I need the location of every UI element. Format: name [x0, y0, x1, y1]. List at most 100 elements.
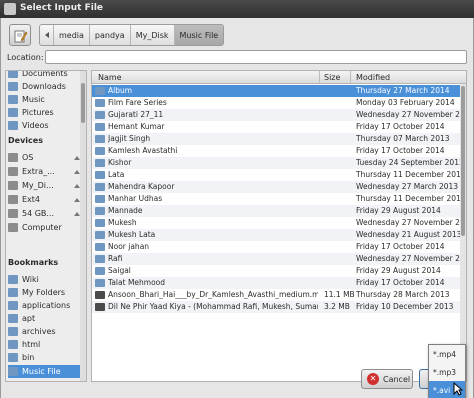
file-modified: Wednesday 27 March 2013 — [356, 182, 459, 191]
folder-icon — [95, 231, 105, 239]
sidebar-scroll-thumb[interactable] — [81, 83, 85, 123]
folder-icon — [95, 183, 105, 191]
file-name: Hemant Kumar — [108, 122, 165, 131]
sidebar-item-music[interactable]: Music — [8, 93, 82, 106]
file-list-scroll-thumb[interactable] — [461, 86, 465, 236]
file-modified: Friday 17 October 2014 — [356, 122, 445, 131]
path-crumb-media[interactable]: media — [54, 25, 90, 45]
sidebar-item-music-file[interactable]: Music File — [8, 365, 82, 378]
sidebar-item-54gb[interactable]: 54 GB... — [8, 207, 82, 220]
path-crumb-music-file[interactable]: Music File — [174, 25, 224, 45]
file-name: Rafi — [108, 254, 123, 263]
file-name: Mahendra Kapoor — [108, 182, 175, 191]
path-bar: media pandya My_Disk Music File — [39, 24, 225, 46]
file-row[interactable]: Film Fare Series Monday 03 February 2014 — [92, 97, 460, 109]
app-icon — [4, 3, 16, 15]
sidebar-item-label: OS — [22, 153, 34, 162]
cancel-label: Cancel — [383, 374, 411, 384]
file-name: Film Fare Series — [108, 98, 167, 107]
sidebar-item-label: Documents — [22, 70, 68, 78]
path-crumb-pandya[interactable]: pandya — [90, 25, 131, 45]
file-row[interactable]: Album Thursday 27 March 2014 — [92, 85, 460, 97]
sidebar-item-applications[interactable]: applications — [8, 299, 82, 312]
sidebar-item-my-folders[interactable]: My Folders — [8, 286, 82, 299]
sidebar-item-ext4[interactable]: Ext4 — [8, 193, 82, 206]
column-divider[interactable] — [319, 71, 320, 84]
video-file-icon — [95, 303, 105, 311]
file-modified: Friday 10 December 2013 — [356, 302, 454, 311]
file-row[interactable]: Mahendra Kapoor Wednesday 27 March 2013 — [92, 181, 460, 193]
sidebar-item-apt[interactable]: apt — [8, 312, 82, 325]
file-row[interactable]: Talat Mehmood Friday 17 October 2014 — [92, 277, 460, 289]
sidebar-item-wiki[interactable]: Wiki — [8, 273, 82, 286]
file-type-option-mp4[interactable]: *.mp4 — [429, 345, 465, 363]
bookmarks-heading: Bookmarks — [8, 258, 59, 267]
sidebar-item-archives[interactable]: archives — [8, 325, 82, 338]
folder-icon — [95, 147, 105, 155]
sidebar-item-html[interactable]: html — [8, 338, 82, 351]
file-list-scrollbar[interactable] — [460, 84, 466, 381]
file-row[interactable]: Hemant Kumar Friday 17 October 2014 — [92, 121, 460, 133]
drive-icon — [8, 195, 18, 204]
file-row[interactable]: Mannade Friday 29 August 2014 — [92, 205, 460, 217]
sidebar-item-downloads[interactable]: Downloads — [8, 80, 82, 93]
drive-icon — [8, 181, 18, 190]
file-row[interactable]: Saigal Friday 29 August 2014 — [92, 265, 460, 277]
file-row[interactable]: Kamlesh Avastathi Friday 17 October 2014 — [92, 145, 460, 157]
file-modified: Monday 03 February 2014 — [356, 98, 455, 107]
sidebar-item-label: Videos — [22, 121, 49, 130]
cancel-icon: ✕ — [367, 373, 379, 385]
file-name: Gujarati 27_11 — [108, 110, 164, 119]
file-row[interactable]: Mukesh Wednesday 27 November 2013 — [92, 217, 466, 229]
folder-icon — [8, 301, 18, 310]
file-row[interactable]: Rafi Wednesday 27 November 2013 — [92, 253, 466, 265]
file-row[interactable]: Kishor Tuesday 24 September 2013 — [92, 157, 464, 169]
location-input[interactable] — [45, 50, 467, 64]
folder-icon — [8, 95, 18, 104]
sidebar-item-os[interactable]: OS — [8, 151, 82, 164]
sidebar-item-documents[interactable]: Documents — [8, 70, 82, 80]
sidebar-item-computer[interactable]: Computer — [8, 221, 82, 234]
file-name: Dil Ne Phir Yaad Kiya - (Mohammad Rafi, … — [108, 302, 318, 311]
sidebar-item-bin[interactable]: bin — [8, 351, 82, 364]
file-modified: Thursday 11 December 2014 — [356, 170, 466, 179]
file-row[interactable]: Gujarati 27_11 Wednesday 27 November 2013 — [92, 109, 466, 121]
file-type-option-mp3[interactable]: *.mp3 — [429, 363, 465, 381]
column-name[interactable]: Name — [98, 73, 122, 82]
file-row[interactable]: Dil Ne Phir Yaad Kiya - (Mohammad Rafi, … — [92, 301, 460, 313]
sidebar-item-label: 54 GB... — [22, 209, 55, 218]
column-size[interactable]: Size — [324, 73, 340, 82]
file-modified: Thursday 11 December 2014 — [356, 194, 466, 203]
column-modified[interactable]: Modified — [356, 73, 390, 82]
path-back-button[interactable] — [40, 25, 54, 45]
file-modified: Tuesday 24 September 2013 — [356, 158, 464, 167]
file-row[interactable]: Jagjit Singh Thursday 07 March 2013 — [92, 133, 460, 145]
folder-icon — [95, 195, 105, 203]
sidebar-scrollbar[interactable] — [80, 71, 86, 381]
file-modified: Thursday 28 March 2013 — [356, 290, 450, 299]
sidebar-item-label: Downloads — [22, 82, 66, 91]
title-bar: Select Input File — [0, 0, 474, 18]
file-name: Mannade — [108, 206, 143, 215]
window-title: Select Input File — [20, 3, 104, 13]
sidebar-item-my-disk[interactable]: My_Di... — [8, 179, 82, 192]
sidebar-item-pictures[interactable]: Pictures — [8, 106, 82, 119]
file-row[interactable]: Mukesh Lata Wednesday 21 August 2013 — [92, 229, 461, 241]
file-row[interactable]: Lata Thursday 11 December 2014 — [92, 169, 466, 181]
file-name: Mukesh — [108, 218, 137, 227]
cancel-button[interactable]: ✕ Cancel — [361, 369, 413, 389]
file-name: Lata — [108, 170, 125, 179]
folder-icon — [8, 314, 18, 323]
file-row[interactable]: Ansoon_Bhari_Hai___by_Dr_Kamlesh_Avasthi… — [92, 289, 460, 301]
sidebar-item-extra[interactable]: Extra_... — [8, 165, 82, 178]
type-location-button[interactable] — [9, 24, 31, 46]
sidebar-item-videos[interactable]: Videos — [8, 119, 82, 132]
file-row[interactable]: Manhar Udhas Thursday 11 December 2014 — [92, 193, 466, 205]
file-name: Kishor — [108, 158, 132, 167]
folder-icon — [8, 288, 18, 297]
path-crumb-my-disk[interactable]: My_Disk — [131, 25, 175, 45]
file-size: 11.1 MB — [324, 290, 355, 299]
column-divider[interactable] — [350, 71, 351, 84]
drive-icon — [8, 167, 18, 176]
file-row[interactable]: Noor jahan Friday 17 October 2014 — [92, 241, 460, 253]
